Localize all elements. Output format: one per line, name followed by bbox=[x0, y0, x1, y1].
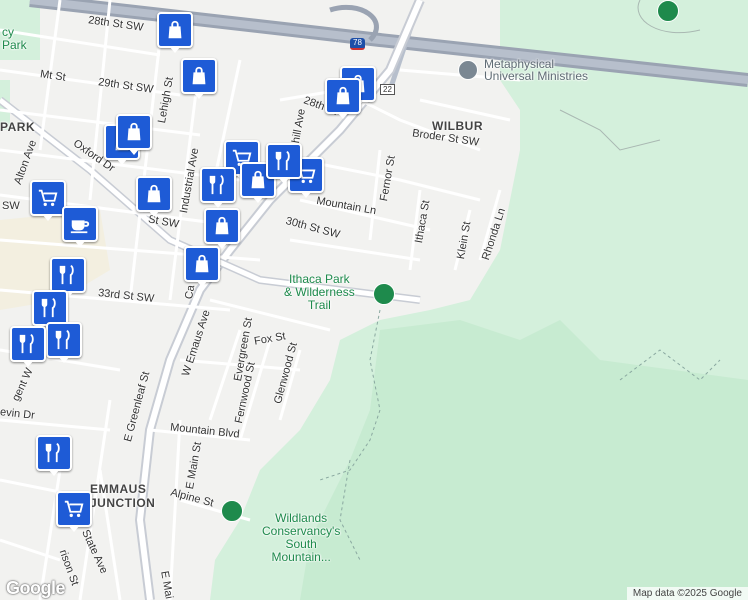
marker-pointer bbox=[128, 148, 140, 155]
park-tree-icon[interactable] bbox=[221, 500, 243, 522]
restaurant-icon bbox=[209, 174, 224, 195]
marker-pointer bbox=[48, 469, 60, 476]
marker-pointer bbox=[169, 46, 181, 53]
interstate-shield: 78 bbox=[350, 38, 365, 50]
area-label-park: PARK bbox=[0, 120, 36, 134]
park-label-ithaca[interactable]: Ithaca Park & Wilderness Trail bbox=[284, 273, 355, 312]
grocery-marker[interactable] bbox=[30, 180, 66, 224]
marker-pointer bbox=[42, 214, 54, 221]
poi-label-metaphysical[interactable]: Metaphysical Universal Ministries bbox=[484, 58, 588, 82]
marker-pointer bbox=[193, 92, 205, 99]
cafe-icon bbox=[70, 220, 90, 234]
shopping-marker[interactable] bbox=[184, 246, 220, 290]
shopping-icon bbox=[147, 184, 161, 203]
park-label-wildlands[interactable]: Wildlands Conservancy's South Mountain..… bbox=[262, 512, 340, 564]
restaurant-marker[interactable] bbox=[36, 435, 72, 479]
restaurant-icon bbox=[45, 442, 60, 463]
grocery-icon bbox=[64, 500, 84, 518]
route-shield: 22 bbox=[380, 84, 395, 95]
restaurant-icon bbox=[19, 333, 34, 354]
marker-pointer bbox=[58, 356, 70, 363]
grocery-icon bbox=[38, 189, 58, 207]
shopping-icon bbox=[195, 254, 209, 273]
shopping-marker[interactable] bbox=[157, 12, 193, 56]
shopping-marker[interactable] bbox=[181, 58, 217, 102]
shopping-marker[interactable] bbox=[136, 176, 172, 220]
area-label-emmaus-junction: EMMAUS JUNCTION bbox=[90, 482, 156, 510]
park-tree-icon[interactable] bbox=[657, 0, 679, 22]
shopping-icon bbox=[336, 86, 350, 105]
marker-pointer bbox=[116, 158, 128, 165]
park-tree-icon[interactable] bbox=[373, 283, 395, 305]
shopping-marker[interactable] bbox=[116, 114, 152, 158]
restaurant-marker[interactable] bbox=[266, 143, 302, 187]
marker-pointer bbox=[148, 210, 160, 217]
google-logo: Google bbox=[6, 578, 66, 598]
park-label-cy-park[interactable]: cy Park bbox=[2, 26, 27, 52]
church-icon[interactable] bbox=[458, 60, 478, 80]
restaurant-icon bbox=[55, 329, 70, 350]
marker-pointer bbox=[22, 360, 34, 367]
marker-pointer bbox=[212, 201, 224, 208]
restaurant-marker[interactable] bbox=[10, 326, 46, 370]
map-view[interactable]: WILBUR EMMAUS JUNCTION PARK Ithaca Park … bbox=[0, 0, 748, 600]
grocery-marker[interactable] bbox=[56, 491, 92, 535]
restaurant-icon bbox=[275, 150, 290, 171]
shopping-icon bbox=[127, 122, 141, 141]
restaurant-icon bbox=[41, 297, 56, 318]
street-label: SW bbox=[2, 200, 20, 212]
restaurant-icon bbox=[59, 264, 74, 285]
marker-pointer bbox=[278, 177, 290, 184]
shopping-icon bbox=[215, 216, 229, 235]
marker-pointer bbox=[300, 191, 312, 198]
map-attribution[interactable]: Map data ©2025 Google bbox=[626, 587, 748, 600]
shopping-icon bbox=[192, 66, 206, 85]
marker-pointer bbox=[68, 525, 80, 532]
cafe-marker[interactable] bbox=[62, 206, 98, 250]
marker-pointer bbox=[337, 112, 349, 119]
marker-pointer bbox=[196, 280, 208, 287]
shopping-marker[interactable] bbox=[325, 78, 361, 122]
marker-pointer bbox=[74, 240, 86, 247]
restaurant-marker[interactable] bbox=[200, 167, 236, 211]
shopping-icon bbox=[168, 20, 182, 39]
marker-pointer bbox=[252, 196, 264, 203]
restaurant-marker[interactable] bbox=[46, 322, 82, 366]
